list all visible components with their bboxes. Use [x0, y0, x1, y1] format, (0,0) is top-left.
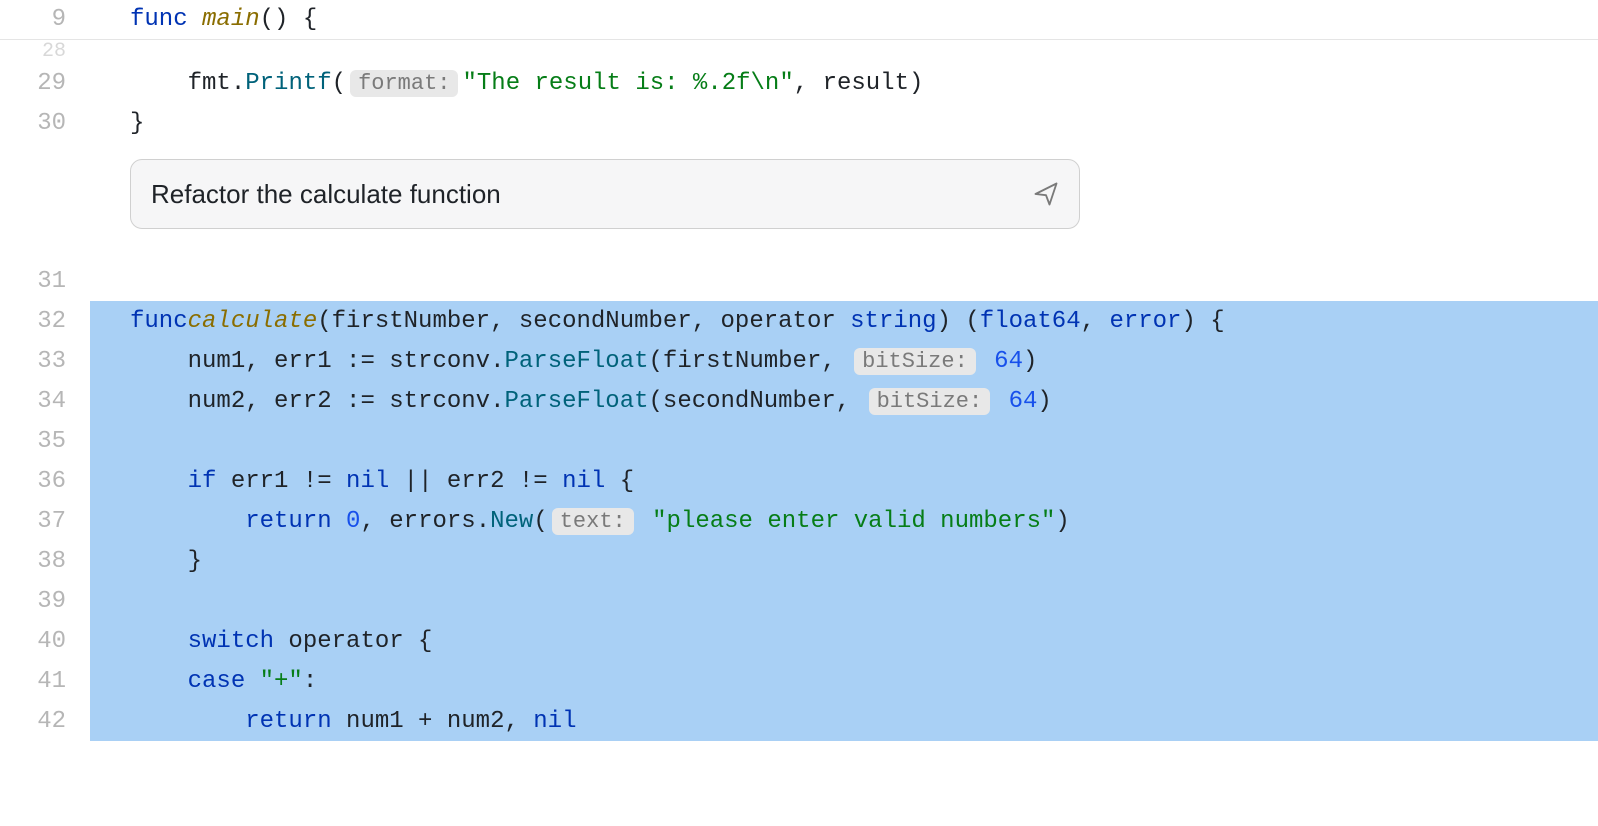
code-line-selected: 33 num1, err1 := strconv.ParseFloat(firs… [0, 341, 1598, 381]
code-content: } [90, 110, 1598, 137]
line-number: 28 [0, 40, 90, 63]
line-number: 32 [0, 308, 90, 335]
code-content: case "+": [90, 661, 1598, 701]
code-line: 31 [0, 261, 1598, 301]
code-content: num2, err2 := strconv.ParseFloat(secondN… [90, 381, 1598, 421]
line-number: 37 [0, 508, 90, 535]
code-line-selected: 37 return 0, errors.New(text: "please en… [0, 501, 1598, 541]
code-content: num1, err1 := strconv.ParseFloat(firstNu… [90, 341, 1598, 381]
code-line: 28 [0, 40, 1598, 63]
ai-prompt-input[interactable] [149, 178, 1031, 211]
line-number: 31 [0, 268, 90, 295]
code-content [90, 421, 1598, 461]
code-editor[interactable]: 9 func main() { 28 29 fmt.Printf(format:… [0, 0, 1598, 741]
inlay-hint: text: [552, 508, 634, 535]
code-content: func main() { [90, 6, 1598, 33]
code-content: return 0, errors.New(text: "please enter… [90, 501, 1598, 541]
line-number: 33 [0, 348, 90, 375]
line-number: 38 [0, 548, 90, 575]
inlay-hint: format: [350, 70, 458, 97]
line-number: 41 [0, 668, 90, 695]
code-content: fmt.Printf(format:"The result is: %.2f\n… [90, 70, 1598, 97]
code-content: switch operator { [90, 621, 1598, 661]
ai-prompt-box[interactable] [130, 159, 1080, 229]
code-line-selected: 32 func calculate(firstNumber, secondNum… [0, 301, 1598, 341]
code-line-selected: 35 [0, 421, 1598, 461]
line-number: 36 [0, 468, 90, 495]
code-line-selected: 36 if err1 != nil || err2 != nil { [0, 461, 1598, 501]
line-number: 35 [0, 428, 90, 455]
code-line: 29 fmt.Printf(format:"The result is: %.2… [0, 63, 1598, 103]
inline-prompt-row [0, 143, 1598, 261]
code-content: return num1 + num2, nil [90, 701, 1598, 741]
code-line-selected: 41 case "+": [0, 661, 1598, 701]
code-line-selected: 42 return num1 + num2, nil [0, 701, 1598, 741]
inlay-hint: bitSize: [854, 348, 976, 375]
code-content [90, 581, 1598, 621]
code-line-selected: 39 [0, 581, 1598, 621]
line-number: 40 [0, 628, 90, 655]
line-number: 29 [0, 70, 90, 97]
line-number: 42 [0, 708, 90, 735]
code-line-selected: 34 num2, err2 := strconv.ParseFloat(seco… [0, 381, 1598, 421]
code-line: 30 } [0, 103, 1598, 143]
line-number: 34 [0, 388, 90, 415]
inlay-hint: bitSize: [869, 388, 991, 415]
code-line-selected: 38 } [0, 541, 1598, 581]
send-icon[interactable] [1031, 179, 1061, 209]
code-content: func calculate(firstNumber, secondNumber… [90, 301, 1598, 341]
code-content: } [90, 541, 1598, 581]
line-number: 39 [0, 588, 90, 615]
line-number: 9 [0, 6, 90, 33]
code-line-selected: 40 switch operator { [0, 621, 1598, 661]
sticky-header-line: 9 func main() { [0, 0, 1598, 40]
line-number: 30 [0, 110, 90, 137]
code-content: if err1 != nil || err2 != nil { [90, 461, 1598, 501]
